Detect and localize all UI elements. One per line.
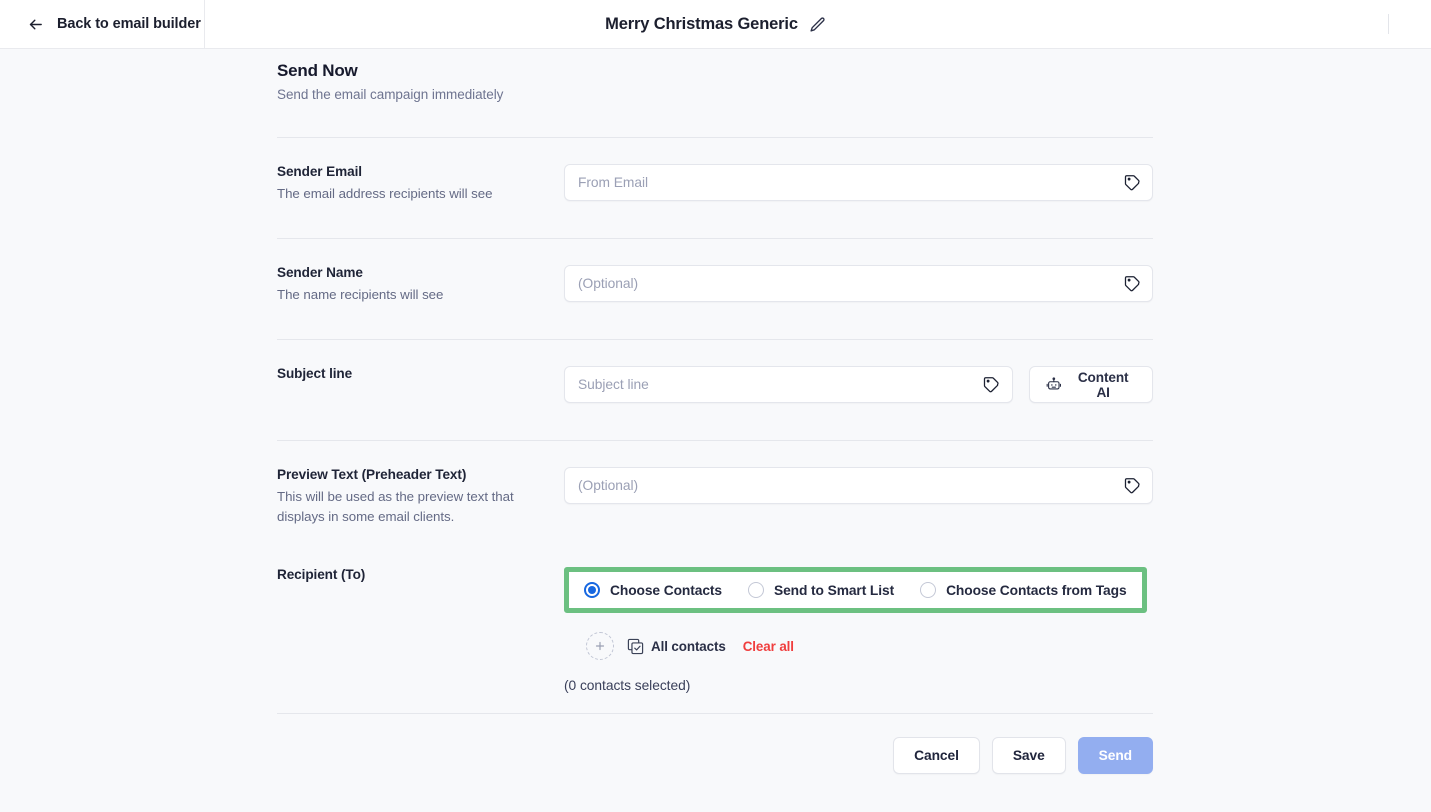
sender-email-tag-button[interactable] (1121, 172, 1143, 194)
sender-name-row: Sender Name The name recipients will see (277, 239, 1153, 339)
page-body: Send Now Send the email campaign immedia… (0, 49, 1431, 812)
radio-choose-contacts-from-tags-dot[interactable] (920, 582, 937, 598)
radio-send-to-smart-list[interactable]: Send to Smart List (747, 582, 920, 598)
content-ai-button[interactable]: Content AI (1028, 366, 1153, 403)
back-to-email-builder-label: Back to email builder (57, 16, 201, 32)
radio-send-to-smart-list-dot[interactable] (747, 582, 764, 598)
recipient-control: Choose Contacts Send to Smart List Choos… (564, 567, 1153, 693)
campaign-title-group: Merry Christmas Generic (0, 0, 1431, 48)
subject-line-input-wrap (564, 366, 1013, 403)
contacts-selection-row: All contacts Clear all (586, 632, 1153, 660)
sender-email-description: The email address recipients will see (277, 186, 493, 201)
radio-choose-contacts-dot[interactable] (584, 582, 600, 598)
page-title: Merry Christmas Generic (605, 14, 798, 33)
plus-icon (595, 641, 605, 651)
recipient-mode-radio-group: Choose Contacts Send to Smart List Choos… (569, 572, 1142, 608)
form-actions: Cancel Save Send (277, 714, 1153, 774)
preview-text-tag-button[interactable] (1121, 475, 1143, 497)
arrow-left-icon (29, 19, 42, 29)
tag-icon (1124, 478, 1140, 494)
recipient-mode-highlight: Choose Contacts Send to Smart List Choos… (564, 567, 1147, 613)
section-subtitle: Send the email campaign immediately (277, 87, 504, 102)
send-button[interactable]: Send (1077, 737, 1153, 774)
robot-icon (1046, 376, 1061, 389)
subject-line-label: Subject line (277, 366, 353, 381)
sender-email-row: Sender Email The email address recipient… (277, 138, 1153, 238)
sender-name-input-wrap (564, 265, 1153, 302)
clear-all-button[interactable]: Clear all (743, 639, 794, 654)
preview-text-label-group: Preview Text (Preheader Text) This will … (277, 467, 564, 527)
preview-text-input[interactable] (565, 468, 1152, 503)
tag-icon (1124, 175, 1140, 191)
sender-name-label: Sender Name (277, 265, 363, 280)
multi-select-check-icon (627, 638, 644, 654)
sender-email-input[interactable] (565, 165, 1152, 200)
recipient-label: Recipient (To) (277, 567, 366, 582)
subject-line-label-group: Subject line (277, 366, 564, 381)
section-title: Send Now (277, 61, 358, 80)
sender-name-tag-button[interactable] (1121, 273, 1143, 295)
back-to-email-builder-button[interactable]: Back to email builder (0, 0, 205, 49)
preview-text-row: Preview Text (Preheader Text) This will … (277, 441, 1153, 541)
sender-name-control (564, 265, 1153, 302)
subject-line-control: Content AI (564, 366, 1153, 403)
preview-text-control (564, 467, 1153, 504)
cancel-button[interactable]: Cancel (893, 737, 980, 774)
add-contact-button[interactable] (586, 632, 614, 660)
tag-icon (1124, 276, 1140, 292)
tag-icon (984, 377, 999, 393)
preview-text-label: Preview Text (Preheader Text) (277, 467, 467, 482)
preview-text-input-wrap (564, 467, 1153, 504)
radio-choose-contacts[interactable]: Choose Contacts (584, 582, 748, 598)
sender-email-input-wrap (564, 164, 1153, 201)
preview-text-description: This will be used as the preview text th… (277, 489, 514, 524)
selected-contacts-count: (0 contacts selected) (564, 678, 691, 693)
all-contacts-label: All contacts (651, 638, 726, 654)
subject-line-input[interactable] (565, 367, 1012, 402)
sender-name-label-group: Sender Name The name recipients will see (277, 265, 564, 305)
radio-choose-contacts-from-tags-label: Choose Contacts from Tags (946, 582, 1127, 598)
pencil-icon[interactable] (809, 16, 826, 33)
content-ai-label: Content AI (1077, 369, 1129, 400)
radio-choose-contacts-from-tags[interactable]: Choose Contacts from Tags (920, 582, 1130, 598)
recipient-label-group: Recipient (To) (277, 567, 564, 582)
topbar-right-divider (1388, 14, 1389, 34)
radio-send-to-smart-list-label: Send to Smart List (773, 582, 895, 598)
sender-name-description: The name recipients will see (277, 287, 444, 302)
sender-email-label: Sender Email (277, 164, 362, 179)
sender-email-control (564, 164, 1153, 201)
sender-name-input[interactable] (565, 266, 1152, 301)
radio-choose-contacts-label: Choose Contacts (610, 582, 722, 598)
subject-line-row: Subject line Subject line Content AI (277, 340, 1153, 440)
top-bar: Back to email builder Merry Christmas Ge… (0, 0, 1431, 49)
subject-line-tag-button[interactable] (981, 374, 1003, 396)
recipient-row: Recipient (To) Choose Contacts Send to S… (277, 541, 1153, 693)
send-now-form: Send Now Send the email campaign immedia… (277, 49, 1153, 774)
sender-email-label-group: Sender Email The email address recipient… (277, 164, 564, 204)
save-button[interactable]: Save (991, 737, 1066, 774)
section-header: Send Now Send the email campaign immedia… (277, 49, 1153, 102)
all-contacts-button[interactable]: All contacts (627, 638, 726, 655)
